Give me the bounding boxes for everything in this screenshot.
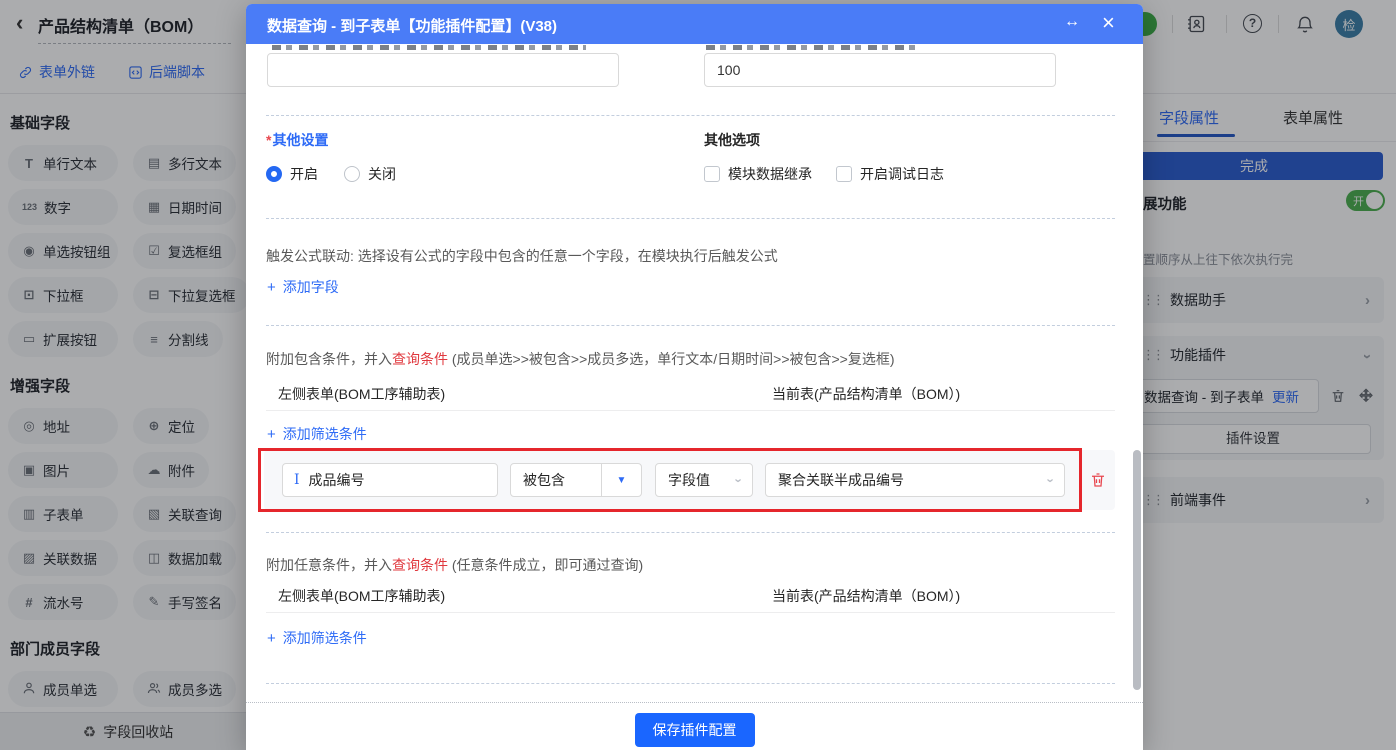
plus-icon: + — [267, 279, 276, 296]
text-field-type-icon: I — [294, 472, 300, 488]
resize-icon[interactable]: ↔ — [1064, 13, 1080, 31]
condition-value-type-select[interactable]: 字段值 › — [655, 463, 753, 497]
operator-caret-segment[interactable]: ▼ — [601, 464, 641, 496]
plus-icon: + — [267, 426, 276, 443]
checkbox-icon[interactable] — [704, 166, 720, 182]
condition-value-select[interactable]: 聚合关联半成品编号 › — [765, 463, 1065, 497]
other-settings-label: *其他设置 — [266, 130, 328, 150]
chevron-down-icon: › — [731, 478, 746, 482]
add-field-link[interactable]: + 添加字段 — [267, 277, 339, 297]
add-filter-condition-link[interactable]: + 添加筛选条件 — [267, 424, 367, 444]
dashed-divider — [266, 115, 1115, 116]
other-options-label: 其他选项 — [704, 130, 760, 150]
clipped-label — [706, 45, 916, 50]
left-config-input[interactable] — [267, 53, 619, 87]
divider — [266, 410, 1115, 411]
modal-scrollbar[interactable] — [1133, 450, 1141, 690]
app-screen: ‹ 产品结构清单（BOM） ? 检 表单外链 后端脚本 预览 保存 基础字 — [0, 0, 1396, 750]
limit-count-input[interactable] — [704, 53, 1056, 87]
modal-title: 数据查询 - 到子表单【功能插件配置】(V38) — [267, 15, 557, 36]
formula-trigger-hint: 触发公式联动: 选择设有公式的字段中包含的任意一个字段，在模块执行后触发公式 — [266, 246, 778, 266]
dashed-divider — [266, 325, 1115, 326]
close-icon[interactable]: × — [1102, 10, 1115, 36]
dashed-divider — [266, 532, 1115, 533]
checkbox-module-inherit[interactable]: 模块数据继承 — [704, 164, 812, 184]
dashed-divider — [266, 218, 1115, 219]
caret-down-icon: ▼ — [617, 475, 627, 486]
divider — [266, 612, 1115, 613]
modal-footer: 保存插件配置 — [246, 702, 1143, 750]
other-settings-radio-group: 开启 关闭 — [266, 164, 396, 184]
save-plugin-config-button[interactable]: 保存插件配置 — [635, 713, 755, 747]
query-condition-link[interactable]: 查询条件 — [392, 351, 448, 367]
condition-operator-select[interactable]: 被包含 ▼ — [510, 463, 642, 497]
radio-on[interactable]: 开启 — [266, 164, 318, 184]
current-form-header: 当前表(产品结构清单（BOM）) — [772, 586, 960, 606]
left-form-header: 左侧表单(BOM工序辅助表) — [278, 384, 445, 404]
delete-condition-trash-icon[interactable] — [1089, 471, 1107, 489]
plus-icon: + — [267, 630, 276, 647]
any-condition-description: 附加任意条件，并入查询条件 (任意条件成立，即可通过查询) — [266, 555, 643, 575]
other-options-checkboxes: 模块数据继承 开启调试日志 — [704, 164, 944, 184]
clipped-label — [272, 45, 586, 50]
radio-selected-icon[interactable] — [266, 166, 282, 182]
radio-off[interactable]: 关闭 — [344, 164, 396, 184]
required-asterisk: * — [266, 132, 271, 148]
add-filter-condition-link[interactable]: + 添加筛选条件 — [267, 628, 367, 648]
query-condition-link[interactable]: 查询条件 — [392, 557, 448, 573]
plugin-config-modal: 数据查询 - 到子表单【功能插件配置】(V38) ↔ × *其他设置 其他选项 … — [246, 4, 1143, 750]
left-form-header: 左侧表单(BOM工序辅助表) — [278, 586, 445, 606]
include-condition-description: 附加包含条件，并入查询条件 (成员单选>>被包含>>成员多选，单行文本/日期时间… — [266, 349, 895, 369]
condition-field-select[interactable]: I 成品编号 — [282, 463, 498, 497]
checkbox-debug-log[interactable]: 开启调试日志 — [836, 164, 944, 184]
dashed-divider — [266, 683, 1115, 684]
modal-header[interactable]: 数据查询 - 到子表单【功能插件配置】(V38) ↔ × — [246, 4, 1143, 44]
radio-unselected-icon[interactable] — [344, 166, 360, 182]
current-form-header: 当前表(产品结构清单（BOM）) — [772, 384, 960, 404]
checkbox-icon[interactable] — [836, 166, 852, 182]
chevron-down-icon: › — [1043, 478, 1058, 482]
